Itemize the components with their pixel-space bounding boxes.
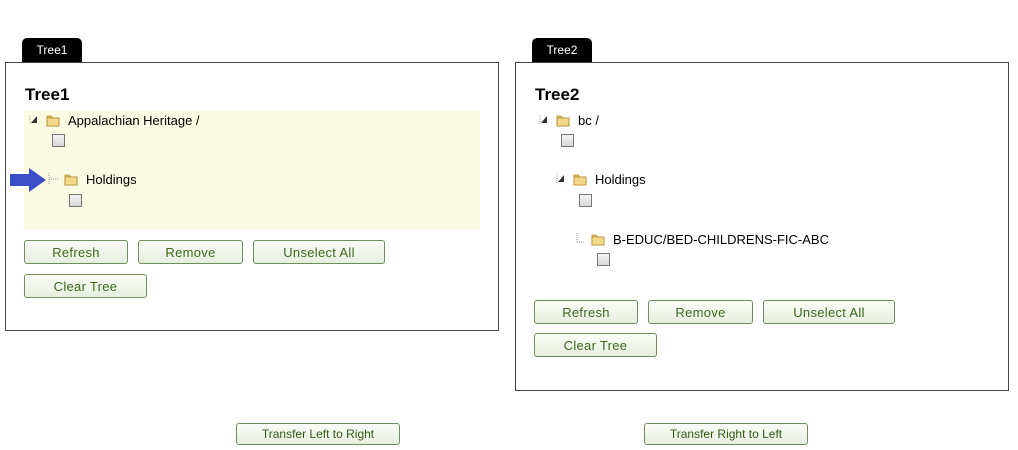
expanded-toggle-icon[interactable]: [28, 113, 42, 127]
transfer-left-to-right-button[interactable]: Transfer Left to Right: [236, 423, 400, 445]
folder-icon: [572, 171, 588, 187]
folder-icon: [63, 171, 79, 187]
tab-tree2[interactable]: Tree2: [532, 38, 592, 62]
tree2-refresh-button[interactable]: Refresh: [534, 300, 638, 324]
tree1-clear-tree-button[interactable]: Clear Tree: [24, 274, 147, 298]
tree1-node-root-label: Appalachian Heritage /: [68, 112, 200, 128]
tree2-clear-tree-button[interactable]: Clear Tree: [534, 333, 657, 357]
tree2-node-root-checkbox[interactable]: [561, 134, 574, 147]
tree2-node-holdings-label: Holdings: [595, 171, 646, 187]
leaf-connector-icon: [573, 232, 587, 246]
tree1-remove-button[interactable]: Remove: [138, 240, 243, 264]
tree2-remove-button[interactable]: Remove: [648, 300, 753, 324]
tree1-node-root[interactable]: Appalachian Heritage /: [28, 111, 200, 129]
expanded-toggle-icon[interactable]: [538, 113, 552, 127]
tree1-node-holdings[interactable]: Holdings: [46, 170, 137, 188]
tree1-node-holdings-label: Holdings: [86, 171, 137, 187]
tab-tree2-label: Tree2: [546, 43, 578, 57]
folder-icon: [45, 112, 61, 128]
tree1-unselect-all-button[interactable]: Unselect All: [253, 240, 385, 264]
tree1-panel: Tree1 Appalachian Heritage / Holdings Re…: [5, 62, 499, 331]
tree1-refresh-button[interactable]: Refresh: [24, 240, 128, 264]
collapsed-toggle-icon[interactable]: [46, 172, 60, 186]
tree2-node-holdings-checkbox[interactable]: [579, 194, 592, 207]
tree2-node-b-educ-label: B-EDUC/BED-CHILDRENS-FIC-ABC: [613, 231, 829, 247]
expanded-toggle-icon[interactable]: [555, 172, 569, 186]
tree2-title: Tree2: [535, 85, 580, 104]
tree2-node-root[interactable]: bc /: [538, 111, 599, 129]
tree2-node-b-educ-checkbox[interactable]: [597, 253, 610, 266]
pointer-arrow-icon: [10, 168, 46, 192]
tree1-node-holdings-checkbox[interactable]: [69, 194, 82, 207]
transfer-right-to-left-button[interactable]: Transfer Right to Left: [644, 423, 808, 445]
tree2-node-holdings[interactable]: Holdings: [555, 170, 646, 188]
folder-icon: [590, 231, 606, 247]
tab-tree1-label: Tree1: [36, 43, 68, 57]
tree2-node-root-label: bc /: [578, 112, 599, 128]
tree2-unselect-all-button[interactable]: Unselect All: [763, 300, 895, 324]
tab-tree1[interactable]: Tree1: [22, 38, 82, 62]
tree2-panel: Tree2 bc / Holdings B-EDUC/BED-CHILDRENS…: [515, 62, 1009, 391]
folder-icon: [555, 112, 571, 128]
tree1-title: Tree1: [25, 85, 70, 104]
tree1-node-root-checkbox[interactable]: [52, 134, 65, 147]
tree2-node-b-educ[interactable]: B-EDUC/BED-CHILDRENS-FIC-ABC: [573, 230, 829, 248]
